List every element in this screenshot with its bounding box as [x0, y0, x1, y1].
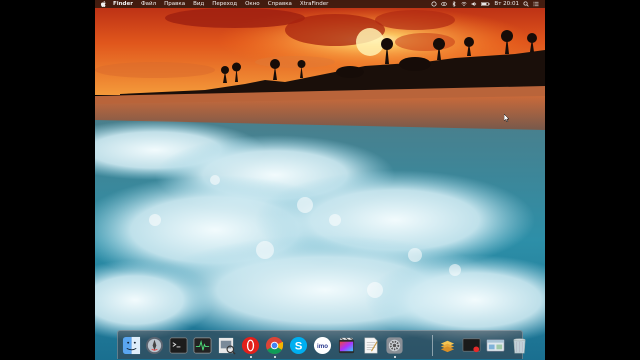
bluetooth-icon[interactable]	[451, 1, 457, 7]
desktop-screen: Finder Файл Правка Вид Переход Окно Спра…	[95, 0, 545, 360]
eye-icon[interactable]	[441, 1, 448, 7]
system-preferences-icon	[386, 337, 403, 354]
menu-app-name[interactable]: Finder	[109, 0, 137, 8]
dock-finder[interactable]	[122, 336, 141, 355]
finder-icon	[122, 336, 141, 355]
dock-system-preferences[interactable]	[385, 336, 404, 355]
textedit-icon	[364, 337, 378, 354]
desktop-wallpaper	[95, 0, 545, 360]
dock-opera[interactable]	[241, 336, 260, 355]
battery-icon[interactable]	[481, 1, 491, 7]
downloads-stack-icon	[440, 340, 455, 353]
menu-xtrafinder[interactable]: XtraFinder	[296, 0, 332, 8]
dock-skype[interactable]: S	[289, 336, 308, 355]
dock-activity-monitor[interactable]	[193, 336, 212, 355]
preview-icon	[218, 337, 236, 355]
dock: S imo	[117, 330, 526, 359]
activity-monitor-icon	[193, 337, 212, 354]
skype-icon: S	[289, 336, 308, 355]
menu-window[interactable]: Окно	[241, 0, 264, 8]
trash-icon	[513, 338, 526, 354]
dock-trash[interactable]	[510, 336, 529, 355]
wifi-icon[interactable]	[461, 1, 468, 7]
svg-text:imo: imo	[317, 343, 328, 350]
menu-edit[interactable]: Правка	[160, 0, 189, 8]
dock-final-cut[interactable]	[337, 336, 356, 355]
spotlight-icon[interactable]	[523, 1, 529, 7]
system-preferences-running-indicator	[394, 356, 396, 358]
dock-preview[interactable]	[217, 336, 236, 355]
menu-clock[interactable]: Вт 20:01	[494, 0, 519, 8]
final-cut-icon	[338, 337, 355, 354]
screen-recorder-icon	[462, 338, 481, 353]
dock-xtrafinder-window[interactable]	[486, 336, 505, 355]
launchpad-icon	[145, 336, 164, 355]
dock-downloads-stack[interactable]	[438, 336, 457, 355]
menu-help[interactable]: Справка	[264, 0, 296, 8]
menu-file[interactable]: Файл	[137, 0, 160, 8]
menu-go[interactable]: Переход	[208, 0, 241, 8]
circle-status-icon[interactable]	[431, 1, 437, 7]
notification-center-icon[interactable]	[533, 1, 539, 7]
opera-icon	[241, 336, 260, 355]
chrome-running-indicator	[274, 356, 276, 358]
mouse-pointer-icon	[504, 114, 510, 122]
svg-text:S: S	[295, 340, 303, 352]
dock-terminal[interactable]	[169, 336, 188, 355]
dock-launchpad[interactable]	[145, 336, 164, 355]
dock-textedit[interactable]	[361, 336, 380, 355]
chrome-icon	[265, 336, 284, 355]
dock-imo[interactable]: imo	[313, 336, 332, 355]
apple-icon[interactable]	[101, 1, 106, 7]
volume-icon[interactable]	[471, 1, 477, 7]
opera-running-indicator	[250, 356, 252, 358]
dock-separator	[432, 335, 433, 356]
menu-view[interactable]: Вид	[189, 0, 208, 8]
dock-screen-recorder[interactable]	[462, 336, 481, 355]
imo-icon: imo	[313, 336, 332, 355]
xtrafinder-window-icon	[486, 339, 505, 352]
dock-chrome[interactable]	[265, 336, 284, 355]
menu-bar: Finder Файл Правка Вид Переход Окно Спра…	[95, 0, 545, 8]
terminal-icon	[169, 337, 188, 354]
